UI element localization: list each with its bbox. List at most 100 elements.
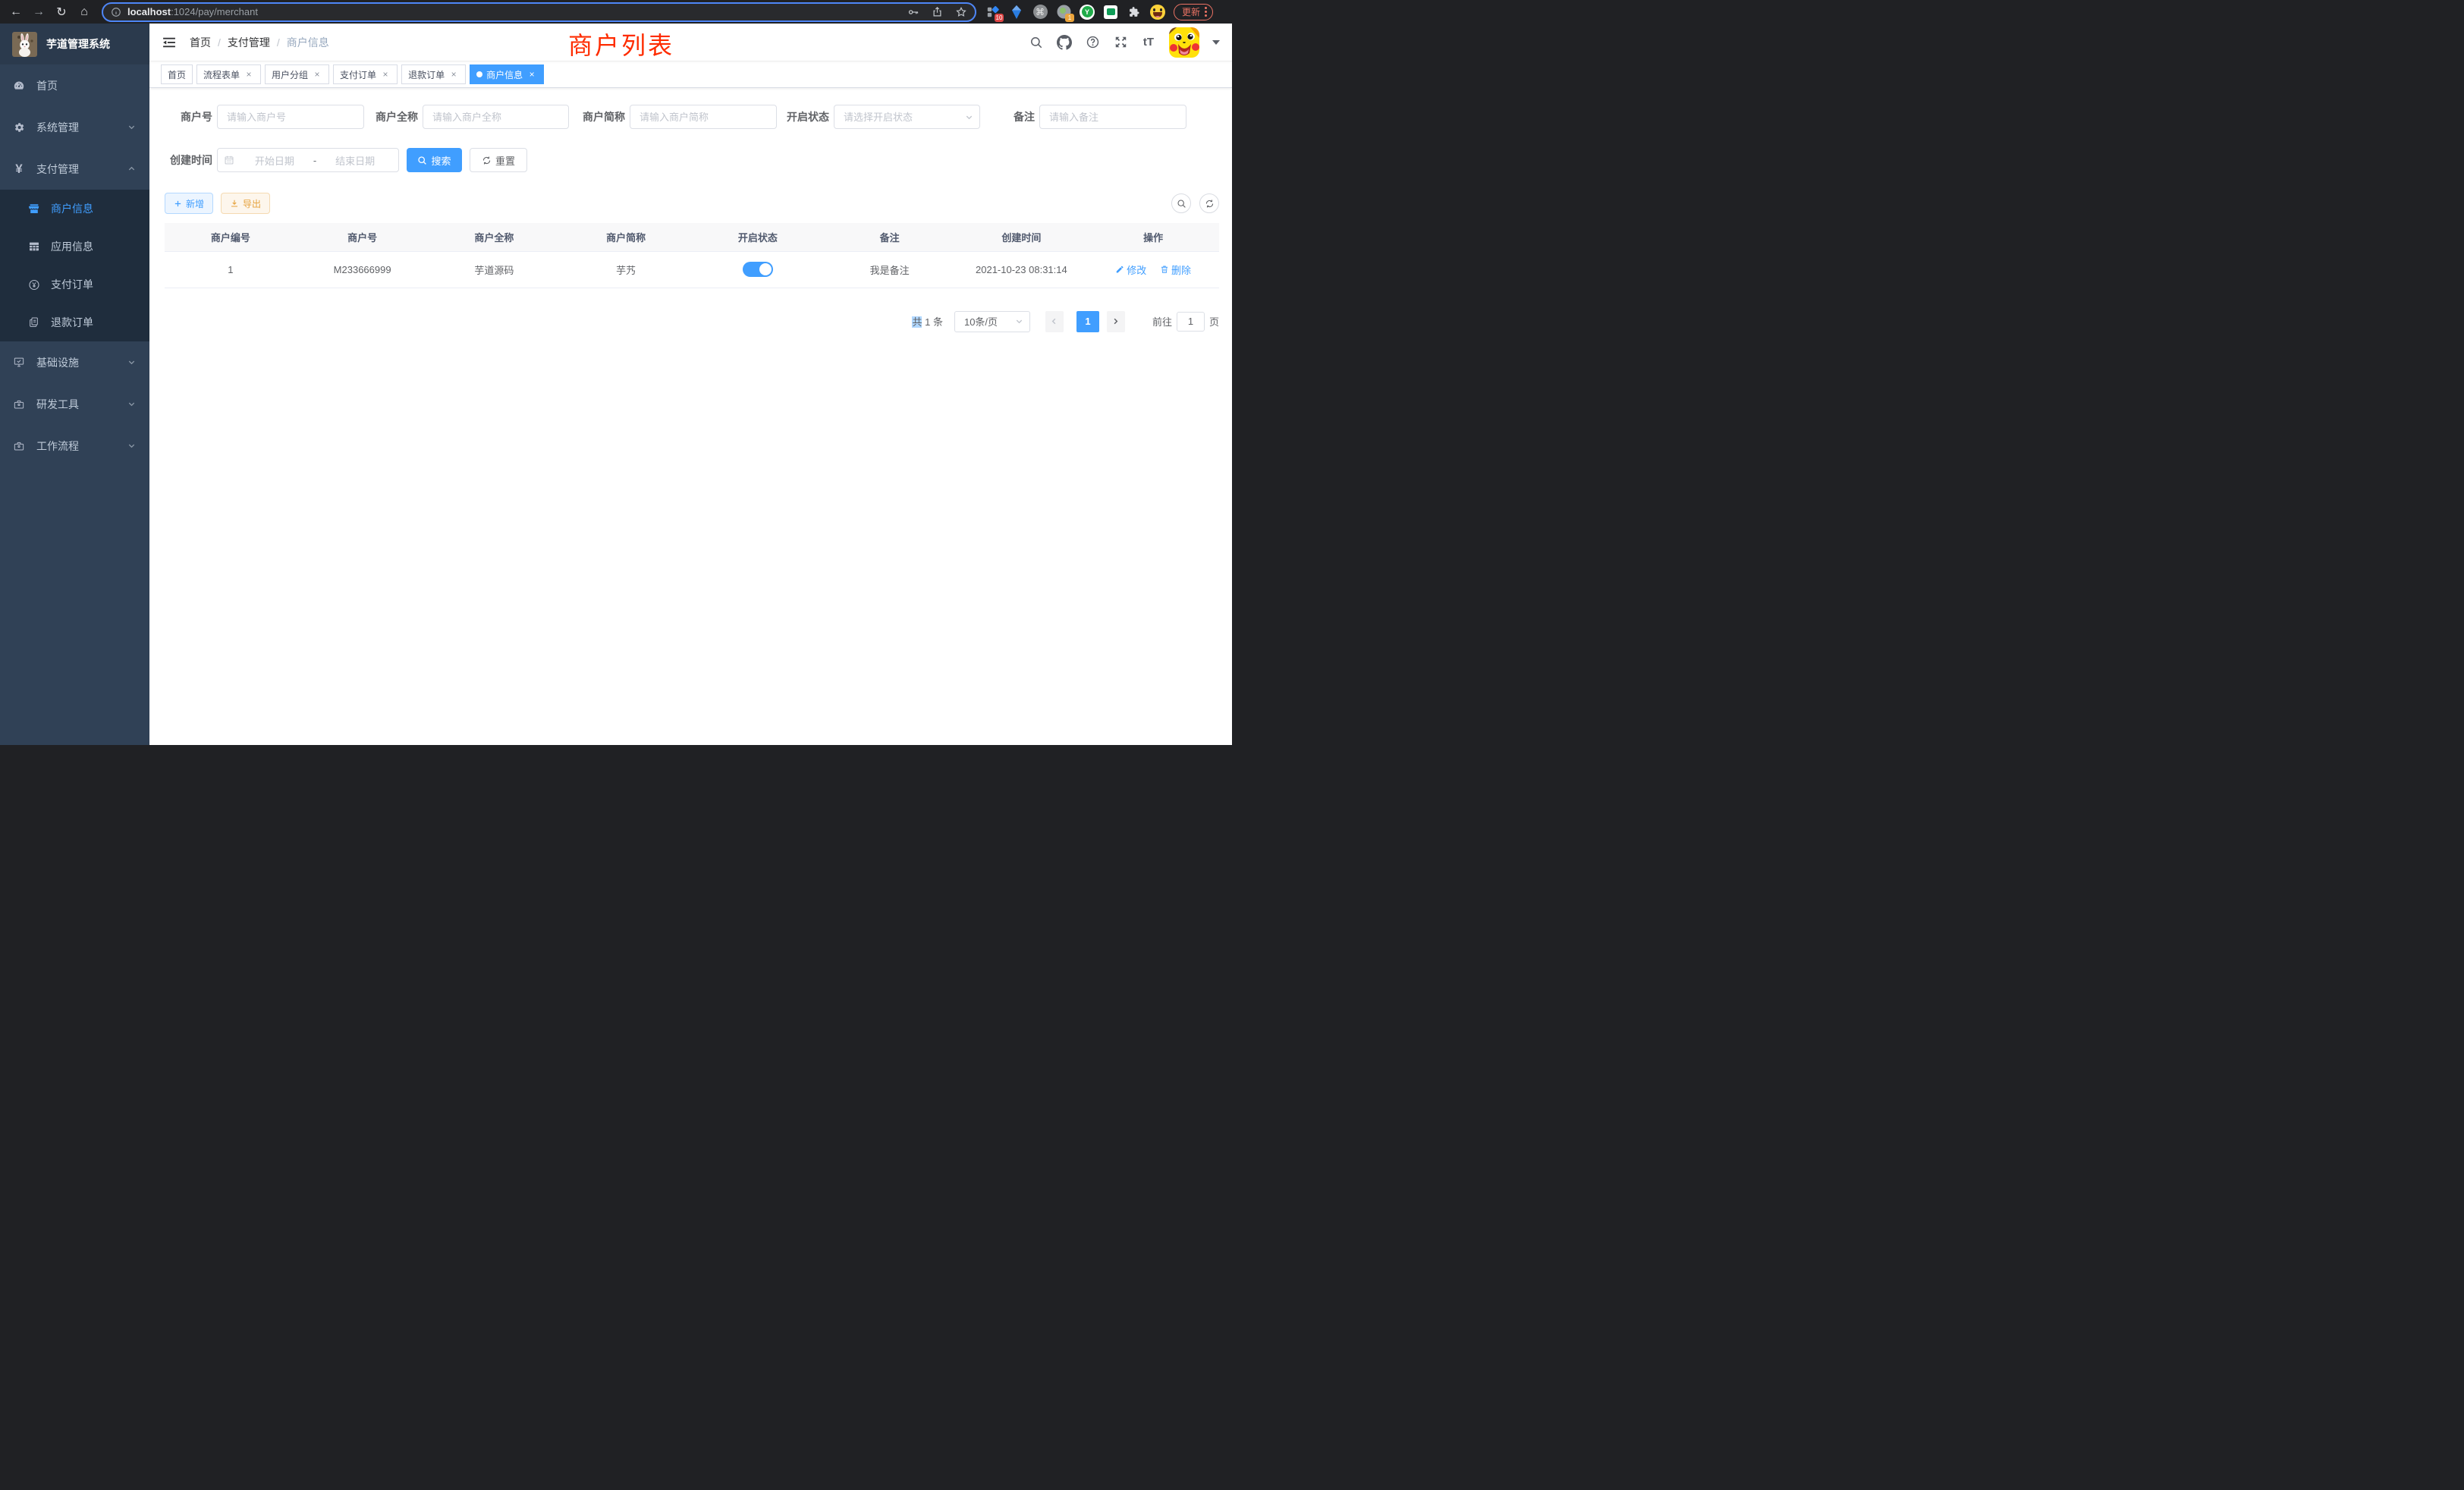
share-icon[interactable] [932,6,943,17]
browser-forward-icon[interactable]: → [27,0,50,24]
font-size-icon[interactable]: tT [1141,35,1156,50]
status-toggle[interactable] [743,262,773,277]
sidebar-item-label: 商户信息 [51,201,93,216]
sidebar: 芋道管理系统 首页 系统管理 ¥ 支付管理 [0,24,149,745]
address-bar[interactable]: localhost:1024/pay/merchant [102,2,976,22]
extension-chat-icon[interactable] [1103,5,1118,20]
browser-update-button[interactable]: 更新 [1174,4,1213,20]
profile-avatar-emoji[interactable] [1150,5,1165,20]
extensions-puzzle-icon[interactable] [1127,5,1142,20]
browser-reload-icon[interactable]: ↻ [50,0,73,24]
refresh-table-icon-button[interactable] [1199,193,1219,213]
cell-actions: 修改 删除 [1087,251,1219,288]
sidebar-item-home[interactable]: 首页 [0,64,149,106]
sidebar-item-label: 研发工具 [36,397,79,412]
sidebar-item-label: 系统管理 [36,120,79,135]
merchant-no-input[interactable] [217,105,364,129]
breadcrumb-payment[interactable]: 支付管理 [228,35,270,50]
close-icon[interactable] [312,69,322,80]
page-size-select[interactable]: 10条/页 [954,311,1030,332]
next-page-button[interactable] [1107,311,1125,332]
bookmark-star-icon[interactable] [955,6,967,18]
sidebar-item-merchant-info[interactable]: 商户信息 [0,190,149,228]
date-separator: - [312,155,318,166]
github-icon[interactable] [1057,35,1072,50]
close-icon[interactable] [380,69,391,80]
col-status: 开启状态 [692,223,824,251]
site-info-icon[interactable] [111,7,121,17]
fullscreen-icon[interactable] [1113,35,1128,50]
toolbox-icon [13,398,25,410]
extension-blue-diamond-icon[interactable]: 10 [985,5,1001,20]
user-avatar[interactable] [1169,27,1199,58]
tab-refund-order[interactable]: 退款订单 [401,64,466,84]
tab-process-form[interactable]: 流程表单 [196,64,261,84]
page-number-1[interactable]: 1 [1076,311,1099,332]
full-name-input[interactable] [423,105,569,129]
browser-back-icon[interactable]: ← [5,0,27,24]
sidebar-item-payment[interactable]: ¥ 支付管理 [0,148,149,190]
tab-home[interactable]: 首页 [161,64,193,84]
sidebar-item-refund-order[interactable]: 退款订单 [0,303,149,341]
goto-page-input[interactable] [1177,312,1205,332]
status-select-input[interactable] [834,105,980,129]
col-merchant-no: 商户号 [297,223,429,251]
tab-merchant-info[interactable]: 商户信息 [470,64,544,84]
col-create-time: 创建时间 [956,223,1088,251]
status-select[interactable] [834,105,980,129]
prev-page-button[interactable] [1045,311,1064,332]
short-name-input[interactable] [630,105,777,129]
sidebar-item-dev-tools[interactable]: 研发工具 [0,383,149,425]
document-copy-icon [28,316,40,328]
cell-create-time: 2021-10-23 08:31:14 [956,251,1088,288]
password-key-icon[interactable] [907,6,919,18]
tab-label: 用户分组 [272,68,308,81]
sidebar-item-pay-order[interactable]: 支付订单 [0,266,149,303]
extension-gem-icon[interactable] [1009,5,1024,20]
table-header-row: 商户编号 商户号 商户全称 商户简称 开启状态 备注 创建时间 操作 [165,223,1219,251]
close-icon[interactable] [244,69,254,80]
search-button[interactable]: 搜索 [407,148,462,172]
help-icon[interactable] [1085,35,1100,50]
extension-command-icon[interactable]: ⌘ [1032,5,1048,20]
header-search-icon[interactable] [1029,35,1044,50]
reset-button[interactable]: 重置 [470,148,527,172]
close-icon[interactable] [526,69,537,80]
chevron-down-icon [127,400,136,408]
extension-y-icon[interactable]: Y [1080,5,1095,20]
sidebar-item-infrastructure[interactable]: 基础设施 [0,341,149,383]
sidebar-collapse-icon[interactable] [162,35,177,50]
tab-user-group[interactable]: 用户分组 [265,64,329,84]
extension-gray-circle-icon[interactable]: 1 [1056,5,1071,20]
toggle-search-icon-button[interactable] [1171,193,1191,213]
sidebar-item-label: 支付管理 [36,162,79,177]
monitor-check-icon [13,357,25,369]
tags-view: 首页 流程表单 用户分组 支付订单 退款订单 [149,61,1232,88]
sidebar-item-app-info[interactable]: 应用信息 [0,228,149,266]
create-time-range-picker[interactable]: 开始日期 - 结束日期 [217,148,399,172]
active-dot [476,71,482,77]
storefront-icon [28,203,40,215]
add-button[interactable]: 新增 [165,193,213,214]
browser-home-icon[interactable]: ⌂ [73,0,96,24]
edit-link[interactable]: 修改 [1115,262,1146,277]
create-time-label: 创建时间 [165,152,217,168]
col-full-name: 商户全称 [429,223,561,251]
merchant-table: 商户编号 商户号 商户全称 商户简称 开启状态 备注 创建时间 操作 1 [165,223,1219,288]
browser-menu-kebab-icon[interactable] [1205,7,1207,17]
close-icon[interactable] [448,69,459,80]
pagination: 共 1 条 10条/页 1 前往 页 [165,311,1219,332]
remark-label: 备注 [980,109,1039,124]
date-start-placeholder[interactable]: 开始日期 [237,153,312,168]
delete-link[interactable]: 删除 [1160,262,1191,277]
tab-pay-order[interactable]: 支付订单 [333,64,398,84]
export-button[interactable]: 导出 [221,193,270,214]
date-end-placeholder[interactable]: 结束日期 [318,153,392,168]
navbar: 首页 / 支付管理 / 商户信息 [149,24,1232,61]
remark-input[interactable] [1039,105,1186,129]
page-content: 商户号 商户全称 商户简称 开启状态 [149,88,1232,745]
avatar-caret-icon[interactable] [1212,40,1220,49]
breadcrumb-home[interactable]: 首页 [190,35,211,50]
sidebar-item-workflow[interactable]: 工作流程 [0,425,149,467]
sidebar-item-system[interactable]: 系统管理 [0,106,149,148]
